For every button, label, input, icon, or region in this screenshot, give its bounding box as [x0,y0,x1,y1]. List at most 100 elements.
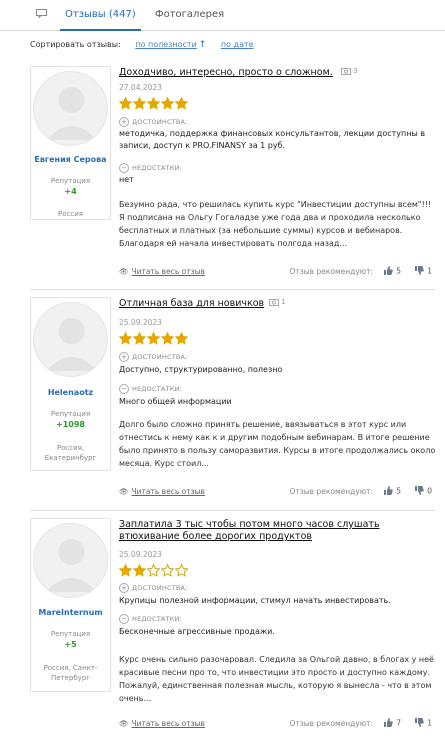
eye-icon: 👁 [119,267,129,276]
sort-by-date-link[interactable]: по дате [221,40,254,49]
minus-icon: − [119,163,129,173]
avatar[interactable] [33,71,108,146]
star-empty-icon [174,563,189,577]
user-card: MareInternum Репутация +5 Россия, Санкт-… [30,518,111,692]
reputation-label: Репутация [50,410,91,418]
rating-stars [118,563,189,578]
minus-icon: − [119,384,129,394]
plus-icon: + [119,583,129,593]
star-empty-icon [160,563,175,577]
review-date: 25.09.2023 [119,318,162,327]
review-text: Курс очень сильно разочаровал. Следила з… [119,655,434,703]
read-all-link[interactable]: 👁 Читать весь отзыв [119,719,205,728]
avatar[interactable] [33,302,108,377]
reputation-value: +5 [64,640,77,649]
cons-label: − НЕДОСТАТКИ: [119,163,182,173]
review-footer: 👁 Читать весь отзыв Отзыв рекомендуют: 7 … [119,718,437,731]
pros-text: Крупицы полезной информации, стимул нача… [119,596,391,605]
photo-count[interactable]: 3 [341,67,358,75]
tab-reviews[interactable]: Отзывы (447) [60,9,141,31]
recommend-label: Отзыв рекомендуют: [289,267,374,276]
star-filled-icon [132,331,147,345]
star-filled-icon [146,96,161,110]
reputation-label: Репутация [50,177,91,185]
cons-text: Бесконечные агрессивные продажи. [119,627,275,636]
rating-stars [118,331,189,346]
review-date: 25.09.2023 [119,550,162,559]
user-city: Россия [58,210,83,218]
review-card: MareInternum Репутация +5 Россия, Санкт-… [30,515,435,737]
user-name[interactable]: Helenaotz [31,388,110,397]
star-filled-icon [174,331,189,345]
review-title[interactable]: Отличная база для новичков [119,298,279,310]
dislike-button[interactable]: 1 [415,266,432,277]
photo-count[interactable]: 1 [269,298,286,306]
minus-icon: − [119,614,129,624]
star-filled-icon [174,96,189,110]
like-button[interactable]: 5 [384,266,401,277]
plus-icon: + [119,352,129,362]
dislike-button[interactable]: 1 [415,718,432,729]
cons-label: − НЕДОСТАТКИ: [119,614,182,624]
sort-label: Сортировать отзывы: [30,40,121,49]
review-title[interactable]: Заплатила 3 тыс чтобы потом много часов … [119,519,437,543]
review-card: Евгения Серова Репутация +4 Россия Доход… [30,63,437,290]
pros-text: Доступно, структурированно, полезно [119,365,283,374]
review-tabs: Отзывы (447) Фотогалерея [0,0,445,31]
pros-label: + ДОСТОИНСТВА: [119,583,188,593]
pros-label: + ДОСТОИНСТВА: [119,352,188,362]
tab-gallery[interactable]: Фотогалерея [155,9,224,20]
thumbs-down-icon [415,718,424,729]
user-city: Россия, Санкт-Петербург [43,664,98,682]
review-footer: 👁 Читать весь отзыв Отзыв рекомендуют: 5 … [119,486,437,499]
review-footer: 👁 Читать весь отзыв Отзыв рекомендуют: 5 … [119,266,437,279]
user-card: Helenaotz Репутация +1098 Россия, Екатер… [30,297,111,471]
star-filled-icon [118,96,133,110]
star-filled-icon [118,331,133,345]
star-filled-icon [132,563,147,577]
thumbs-up-icon [384,486,393,497]
recommend-label: Отзыв рекомендуют: [289,719,374,728]
pros-text: методичка, поддержка финансовых консульт… [119,129,426,150]
read-all-link[interactable]: 👁 Читать весь отзыв [119,487,205,496]
thumbs-up-icon [384,718,393,729]
comment-icon[interactable] [36,9,47,19]
user-city: Россия, Екатеринбург [44,444,97,462]
pros-label: + ДОСТОИНСТВА: [119,117,188,127]
rating-stars [118,96,189,111]
cons-label: − НЕДОСТАТКИ: [119,384,182,394]
photo-count-value: 3 [353,67,358,75]
thumbs-down-icon [415,266,424,277]
review-separator [30,289,435,290]
reputation-label: Репутация [50,630,91,638]
reputation-value: +1098 [56,420,85,429]
like-button[interactable]: 5 [384,486,401,497]
user-card: Евгения Серова Репутация +4 Россия [30,66,111,220]
thumbs-up-icon [384,266,393,277]
eye-icon: 👁 [119,487,129,496]
sort-by-usefulness-link[interactable]: по полезности [135,40,196,49]
review-title[interactable]: Доходчиво, интересно, просто о сложном. [119,67,349,79]
star-empty-icon [146,563,161,577]
cons-text: нет [119,175,134,184]
recommend-label: Отзыв рекомендуют: [289,487,374,496]
dislike-button[interactable]: 0 [415,486,432,497]
review-date: 27.04.2023 [119,83,162,92]
reputation-value: +4 [64,187,77,196]
review-content: Отличная база для новичков 1 25.09.2023 … [118,294,437,504]
review-card: Helenaotz Репутация +1098 Россия, Екатер… [30,294,437,511]
camera-icon [341,68,351,75]
review-content: Заплатила 3 тыс чтобы потом много часов … [118,515,437,737]
plus-icon: + [119,117,129,127]
sort-arrow-icon: ↑ [198,40,207,50]
read-all-link[interactable]: 👁 Читать весь отзыв [119,267,205,276]
thumbs-down-icon [415,486,424,497]
photo-count-value: 1 [281,298,286,306]
avatar[interactable] [33,523,108,598]
review-content: Доходчиво, интересно, просто о сложном. … [118,63,437,283]
star-filled-icon [160,331,175,345]
like-button[interactable]: 7 [384,718,401,729]
review-text: Безумно рада, что решилась купить курс "… [119,200,432,248]
user-name[interactable]: MareInternum [31,608,110,617]
user-name[interactable]: Евгения Серова [31,155,110,164]
